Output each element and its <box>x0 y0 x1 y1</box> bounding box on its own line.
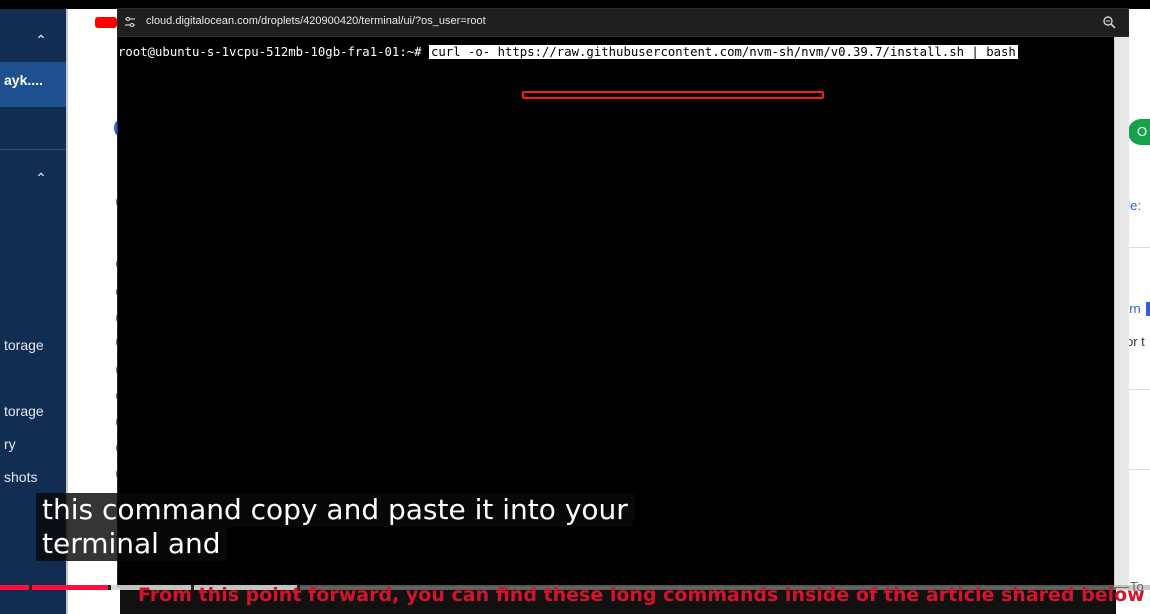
chapter-gap <box>108 585 111 590</box>
divider <box>1126 247 1150 248</box>
sidebar-item-spaces-storage[interactable]: torage <box>4 403 44 419</box>
url-text[interactable]: cloud.digitalocean.com/droplets/42090042… <box>146 15 486 27</box>
overlay-note: From this point forward, you can find th… <box>138 584 1145 606</box>
sidebar-item-registry[interactable]: ry <box>4 436 16 452</box>
sidebar-item-volumes-storage[interactable]: torage <box>4 337 44 353</box>
highlight-annotation <box>522 91 824 99</box>
divider <box>1126 469 1150 470</box>
sidebar-divider <box>0 149 66 150</box>
terminal-line: root@ubuntu-s-1vcpu-512mb-10gb-fra1-01:~… <box>118 45 1018 59</box>
scrollbar[interactable] <box>1114 37 1129 587</box>
caption-line-2: terminal and <box>36 527 227 561</box>
text-fragment: To <box>1130 579 1144 594</box>
sidebar-active-label: ayk.... <box>4 72 43 88</box>
pasted-command[interactable]: curl -o- https://raw.githubusercontent.c… <box>428 45 1018 59</box>
top-strip <box>0 0 1150 9</box>
recording-marker <box>95 17 117 28</box>
caption-line-1: this command copy and paste it into your <box>36 493 634 527</box>
zoom-icon[interactable] <box>1102 15 1116 29</box>
site-settings-icon[interactable] <box>124 16 136 28</box>
address-bar: cloud.digitalocean.com/droplets/42090042… <box>118 9 1128 37</box>
external-link-icon <box>1146 302 1150 316</box>
chevron-up-icon[interactable]: ⌃ <box>34 33 48 47</box>
sidebar-item-snapshots[interactable]: shots <box>4 469 37 485</box>
status-button[interactable]: O <box>1128 119 1150 145</box>
divider <box>1126 389 1150 390</box>
video-frame: ⌃ ayk.... ⌃ torage torage ry shots O ole… <box>0 0 1150 614</box>
shell-prompt: root@ubuntu-s-1vcpu-512mb-10gb-fra1-01:~… <box>118 45 429 59</box>
played-range <box>0 585 108 590</box>
chevron-up-icon[interactable]: ⌃ <box>34 171 48 185</box>
chapter-gap <box>29 585 32 590</box>
